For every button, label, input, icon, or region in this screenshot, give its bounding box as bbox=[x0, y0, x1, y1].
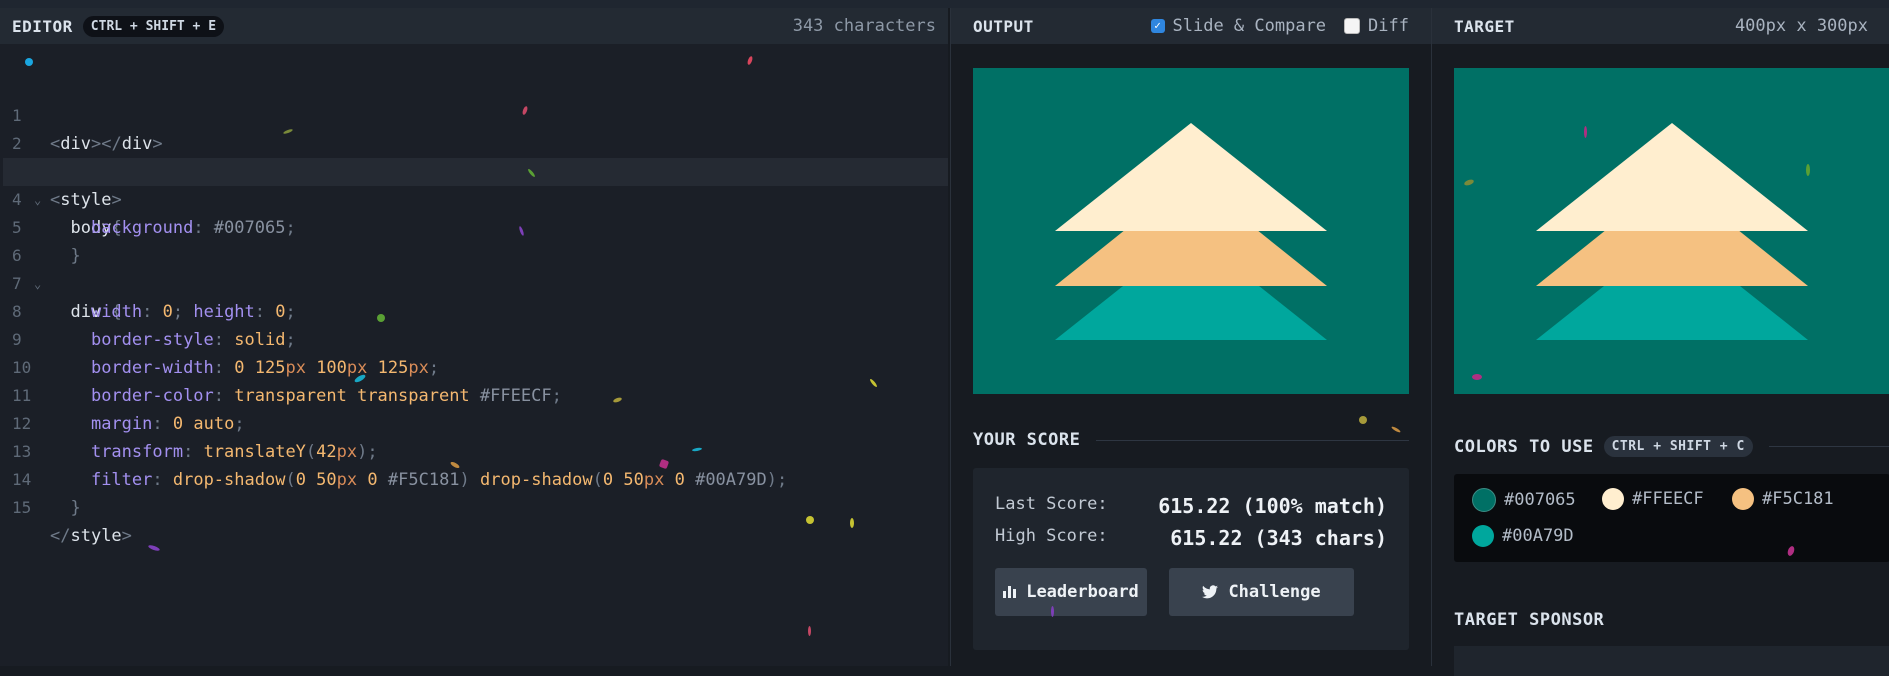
code-line[interactable]: 6 ⌄ div { bbox=[0, 214, 948, 322]
confetti-piece bbox=[1584, 126, 1587, 138]
sponsor-section-heading: TARGET SPONSOR bbox=[1454, 610, 1889, 630]
confetti-piece bbox=[147, 544, 161, 552]
color-dot bbox=[1472, 525, 1494, 547]
output-panel: OUTPUT ✓ Slide & Compare Diff YOUR SCORE bbox=[950, 8, 1431, 666]
color-hex: #FFEECF bbox=[1632, 489, 1704, 509]
slide-compare-label: Slide & Compare bbox=[1172, 16, 1327, 36]
code-line[interactable]: 12 transform: translateY(42px); bbox=[0, 382, 948, 462]
target-canvas[interactable] bbox=[1454, 68, 1889, 394]
section-divider bbox=[1768, 446, 1889, 447]
challenge-label: Challenge bbox=[1228, 582, 1321, 602]
color-hex: #00A79D bbox=[1502, 526, 1574, 546]
target-title: TARGET bbox=[1454, 16, 1515, 36]
color-hex: #F5C181 bbox=[1762, 489, 1834, 509]
code-line[interactable]: 13 filter: drop-shadow(0 50px 0 #F5C181)… bbox=[0, 410, 948, 490]
checkbox-unchecked-icon[interactable] bbox=[1344, 18, 1361, 34]
editor-panel: EDITOR CTRL + SHIFT + E 343 characters 1… bbox=[0, 8, 948, 666]
output-title: OUTPUT bbox=[973, 16, 1034, 36]
color-swatch[interactable]: #007065 bbox=[1472, 488, 1576, 512]
top-triangle bbox=[1536, 123, 1808, 231]
target-dimensions: 400px x 300px bbox=[1734, 16, 1868, 36]
code-line[interactable]: 14 } bbox=[0, 438, 948, 518]
diff-toggle[interactable]: Diff bbox=[1344, 16, 1409, 36]
output-header: OUTPUT ✓ Slide & Compare Diff bbox=[951, 8, 1431, 44]
your-score-label: YOUR SCORE bbox=[973, 430, 1081, 450]
score-card: Last Score: 615.22 (100% match) High Sco… bbox=[973, 468, 1409, 650]
color-swatch[interactable]: #FFEECF bbox=[1602, 488, 1704, 510]
css-battle-app: EDITOR CTRL + SHIFT + E 343 characters 1… bbox=[0, 0, 1889, 676]
last-score-label: Last Score: bbox=[995, 494, 1108, 514]
color-swatch[interactable]: #00A79D bbox=[1472, 525, 1574, 547]
confetti-piece bbox=[1359, 416, 1367, 424]
confetti-piece bbox=[850, 518, 854, 528]
bar-chart-icon bbox=[1003, 586, 1017, 598]
code-line[interactable]: 10 border-color: transparent transparent… bbox=[0, 326, 948, 406]
line-number: 15 bbox=[12, 498, 32, 517]
confetti-piece bbox=[808, 626, 811, 636]
code-line[interactable]: 5 } bbox=[0, 186, 948, 266]
output-canvas[interactable] bbox=[973, 68, 1409, 394]
character-count: 343 characters bbox=[792, 16, 936, 36]
sponsor-box bbox=[1454, 646, 1889, 676]
leaderboard-label: Leaderboard bbox=[1026, 582, 1139, 602]
color-dot bbox=[1602, 488, 1624, 510]
editor-shortcut-badge: CTRL + SHIFT + E bbox=[82, 15, 225, 37]
output-render bbox=[1055, 123, 1327, 340]
code-line[interactable]: 15 </style> bbox=[0, 466, 948, 546]
slide-compare-toggle[interactable]: ✓ Slide & Compare bbox=[1150, 16, 1327, 36]
high-score-value: 615.22 (343 chars) bbox=[1170, 526, 1387, 550]
high-score-label: High Score: bbox=[995, 526, 1108, 546]
target-panel: TARGET 400px x 300px COLORS TO USE CTRL … bbox=[1431, 8, 1889, 676]
twitter-bird-icon bbox=[1202, 585, 1219, 599]
editor-header: EDITOR CTRL + SHIFT + E 343 characters bbox=[0, 8, 948, 44]
confetti-piece bbox=[806, 516, 814, 524]
code-line[interactable]: 8 border-style: solid; bbox=[0, 270, 948, 350]
color-dot bbox=[1472, 488, 1496, 512]
target-sponsor-label: TARGET SPONSOR bbox=[1454, 610, 1605, 630]
color-swatch[interactable]: #F5C181 bbox=[1732, 488, 1834, 510]
color-palette: #007065 #FFEECF #F5C181 #00A79D bbox=[1454, 474, 1889, 562]
confetti-piece bbox=[1806, 164, 1810, 176]
diff-label: Diff bbox=[1368, 16, 1409, 36]
target-render bbox=[1536, 123, 1808, 340]
colors-shortcut-badge: CTRL + SHIFT + C bbox=[1603, 436, 1753, 457]
confetti-piece bbox=[1051, 606, 1054, 617]
code-line-active[interactable]: 4 background: #007065; bbox=[3, 158, 948, 238]
last-score-value: 615.22 (100% match) bbox=[1158, 494, 1387, 518]
code-line[interactable]: 9 border-width: 0 125px 100px 125px; bbox=[0, 298, 948, 378]
code-line[interactable]: 1 <div></div> bbox=[0, 74, 948, 154]
score-section-heading: YOUR SCORE bbox=[973, 430, 1409, 450]
code-line[interactable]: 11 margin: 0 auto; bbox=[0, 354, 948, 434]
colors-section-heading: COLORS TO USE CTRL + SHIFT + C bbox=[1454, 436, 1889, 457]
high-score-row: High Score: 615.22 (343 chars) bbox=[995, 526, 1387, 550]
code-line[interactable]: 3 ⌄ body{ bbox=[0, 130, 948, 238]
checkbox-checked-icon[interactable]: ✓ bbox=[1150, 19, 1165, 33]
editor-title: EDITOR bbox=[12, 16, 73, 36]
colors-to-use-label: COLORS TO USE bbox=[1454, 436, 1594, 457]
code-line[interactable]: 7 width: 0; height: 0; bbox=[0, 242, 948, 322]
color-dot bbox=[1732, 488, 1754, 510]
section-divider bbox=[1096, 439, 1409, 441]
last-score-row: Last Score: 615.22 (100% match) bbox=[995, 494, 1387, 518]
target-header: TARGET 400px x 300px bbox=[1432, 8, 1889, 44]
color-hex: #007065 bbox=[1504, 490, 1576, 510]
leaderboard-button[interactable]: Leaderboard bbox=[995, 568, 1147, 616]
confetti-piece bbox=[377, 314, 385, 322]
top-triangle bbox=[1055, 123, 1327, 231]
code-line[interactable]: 2 ⌄ <style> bbox=[0, 102, 948, 210]
cursor-indicator-dot bbox=[25, 58, 33, 66]
top-strip bbox=[0, 0, 1889, 8]
code-text: </style> bbox=[50, 526, 132, 546]
challenge-button[interactable]: Challenge bbox=[1169, 568, 1354, 616]
confetti-piece bbox=[1472, 374, 1482, 380]
code-editor[interactable]: 1 <div></div> 2 ⌄ <style> 3 ⌄ body{ 4 ba… bbox=[0, 44, 948, 546]
